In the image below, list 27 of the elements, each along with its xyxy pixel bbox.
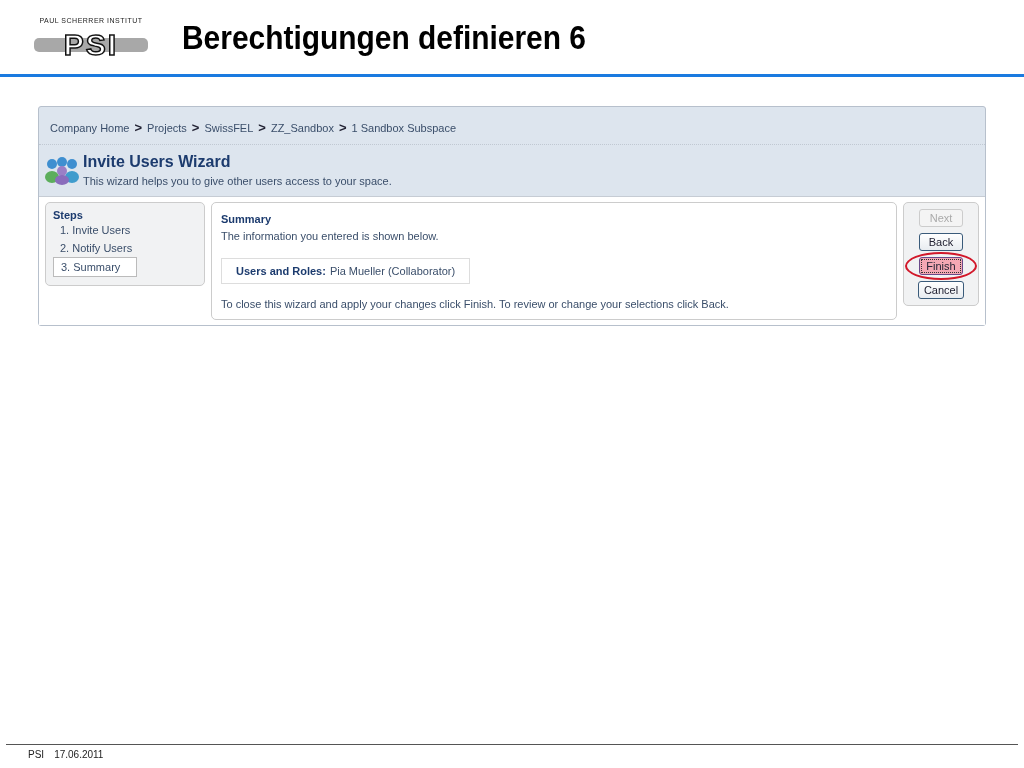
slide-title: Berechtigungen definieren 6	[182, 17, 586, 57]
field-label: Users and Roles:	[236, 265, 326, 277]
summary-instructions: To close this wizard and apply your changes click Finish. To review or change your selections click Back.	[221, 298, 730, 310]
summary-intro: The information you entered is shown below.	[221, 230, 440, 242]
wizard-button[interactable]: Finish	[919, 257, 963, 275]
breadcrumb-link[interactable]: Projects	[147, 121, 187, 134]
step-item[interactable]: 2. Notify Users	[53, 239, 197, 257]
step-item[interactable]: 1. Invite Users	[53, 221, 197, 239]
wizard-button[interactable]: Back	[919, 233, 963, 251]
wizard-title: Invite Users Wizard	[83, 153, 232, 171]
breadcrumb-link[interactable]: Company Home	[50, 121, 130, 134]
breadcrumb-link[interactable]: SwissFEL	[204, 121, 254, 134]
wizard-button[interactable]: Cancel	[917, 281, 965, 299]
field-value: Pia Mueller (Collaborator)	[329, 265, 456, 277]
breadcrumb-separator: >	[191, 120, 200, 135]
footer-date: 17.06.2011	[54, 749, 104, 760]
breadcrumb-link[interactable]: 1 Sandbox Subspace	[351, 121, 457, 134]
steps-heading: Steps	[53, 209, 84, 221]
breadcrumb-separator: >	[258, 120, 266, 135]
breadcrumb-separator: >	[134, 120, 143, 135]
users-icon	[45, 155, 79, 185]
footer-org: PSI	[28, 749, 45, 760]
step-item[interactable]: 3. Summary	[53, 257, 137, 277]
wizard-description: This wizard helps you to give other users access to your space.	[83, 175, 392, 187]
breadcrumb-separator: >	[338, 120, 347, 135]
breadcrumb-link[interactable]: ZZ_Sandbox	[270, 121, 334, 134]
summary-heading: Summary	[221, 213, 273, 225]
